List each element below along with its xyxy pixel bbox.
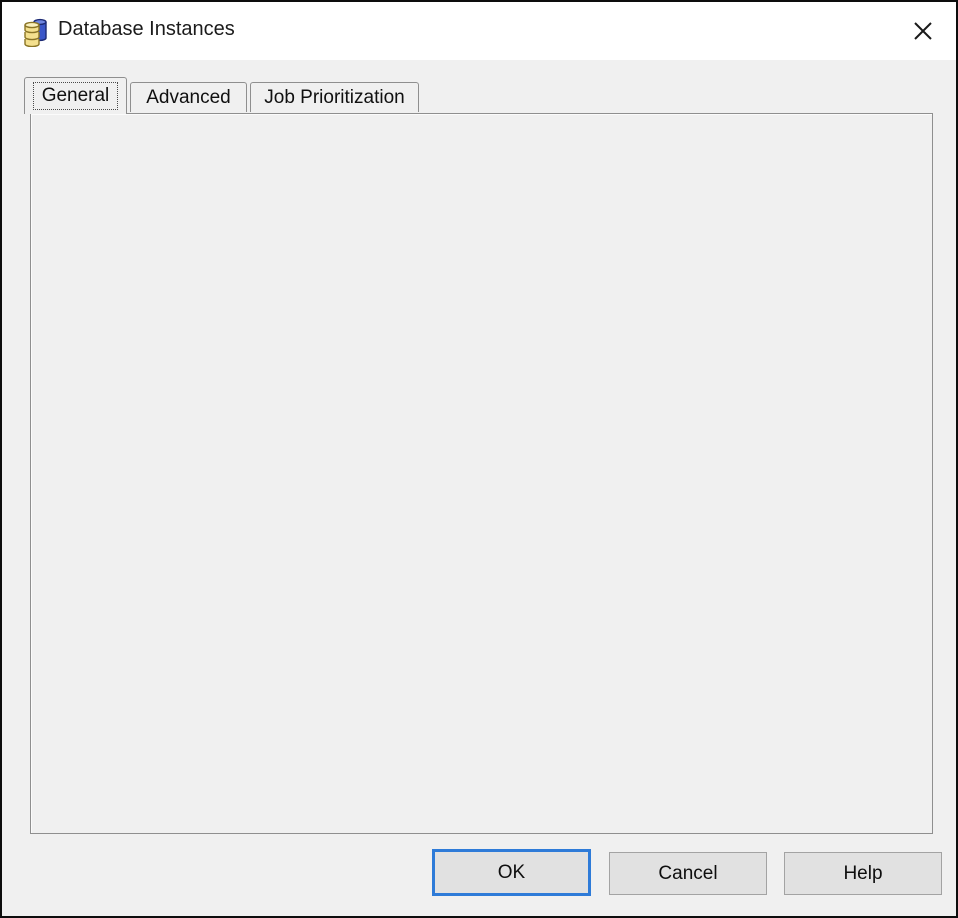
tab-advanced[interactable]: Advanced: [130, 82, 247, 112]
tab-general[interactable]: General: [24, 77, 127, 114]
title-bar: Database Instances: [2, 2, 956, 60]
database-instances-dialog: Database Instances General Advanced Job …: [0, 0, 958, 918]
tab-advanced-label: Advanced: [138, 85, 239, 111]
window-title: Database Instances: [58, 18, 235, 41]
close-icon[interactable]: [908, 16, 938, 46]
tab-job-prioritization[interactable]: Job Prioritization: [250, 82, 419, 112]
ok-button[interactable]: OK: [432, 849, 591, 896]
database-icon: [16, 15, 48, 47]
cancel-button[interactable]: Cancel: [609, 852, 767, 895]
tab-job-prioritization-label: Job Prioritization: [256, 85, 412, 111]
help-button[interactable]: Help: [784, 852, 942, 895]
tab-general-label: General: [33, 82, 119, 110]
general-tab-pane: [30, 113, 933, 834]
